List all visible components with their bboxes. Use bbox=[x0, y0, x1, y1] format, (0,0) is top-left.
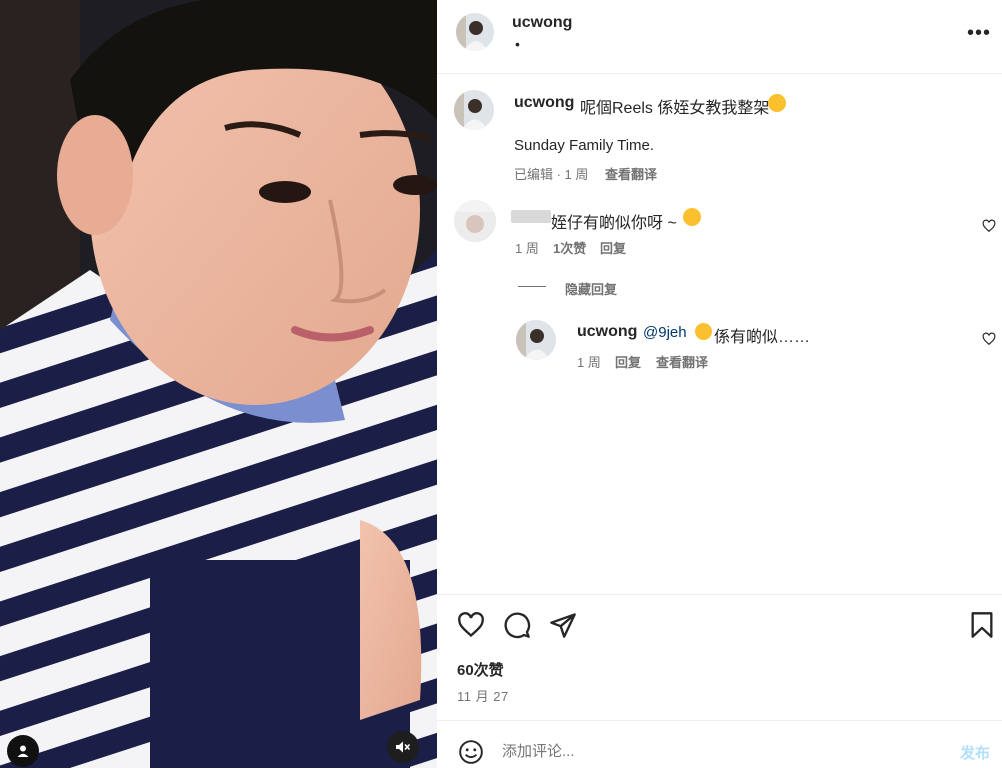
laughing-emoji-icon bbox=[695, 323, 712, 340]
tongue-emoji-icon bbox=[683, 208, 701, 226]
commenter-avatar[interactable] bbox=[454, 200, 496, 242]
comment-time: 1 周 bbox=[515, 241, 539, 256]
muted-speaker-icon[interactable] bbox=[387, 731, 419, 763]
user-tag-icon[interactable] bbox=[7, 735, 39, 767]
caption-text: 呢個Reels 係姪女教我整架 bbox=[580, 100, 770, 117]
smiling-emoji-icon bbox=[768, 94, 786, 112]
hide-replies-button[interactable]: 隐藏回复 bbox=[565, 279, 617, 298]
reply-translate-link[interactable]: 查看翻译 bbox=[656, 352, 708, 371]
reply-mention-link[interactable]: @9jeh bbox=[643, 324, 687, 341]
likes-count[interactable]: 60次赞 bbox=[457, 659, 504, 680]
reply-author-avatar[interactable] bbox=[516, 320, 556, 360]
caption-username[interactable]: ucwong bbox=[514, 94, 574, 112]
share-icon[interactable] bbox=[549, 611, 577, 639]
action-bar bbox=[437, 594, 1002, 595]
author-avatar[interactable] bbox=[456, 13, 494, 51]
caption-edited-meta: 已编辑 · 1 周 bbox=[514, 167, 589, 182]
post-details-panel: ucwong • ••• ucwong 呢個Reels 係姪女教我整架 Sund… bbox=[437, 0, 1002, 768]
emoji-icon[interactable] bbox=[458, 739, 484, 765]
caption-line-2: Sunday Family Time. bbox=[514, 137, 655, 154]
heart-icon[interactable] bbox=[457, 611, 485, 639]
reply-like-heart-icon[interactable] bbox=[982, 332, 996, 346]
more-options-icon[interactable]: ••• bbox=[967, 22, 991, 45]
hide-replies-divider bbox=[518, 286, 546, 287]
post-comment-button[interactable]: 发布 bbox=[960, 742, 990, 763]
bookmark-icon[interactable] bbox=[968, 611, 996, 639]
reply-username[interactable]: ucwong bbox=[577, 323, 637, 341]
comment-likes-count[interactable]: 1次赞 bbox=[553, 238, 586, 257]
comment-reply-button[interactable]: 回复 bbox=[600, 238, 626, 257]
commenter-username-blurred[interactable] bbox=[511, 210, 551, 223]
author-username[interactable]: ucwong bbox=[512, 14, 572, 32]
post-date: 11 月 27 bbox=[457, 689, 509, 704]
reply-text: 係有啲似…… bbox=[714, 329, 811, 346]
comment-input[interactable] bbox=[502, 743, 902, 760]
reel-video[interactable] bbox=[0, 0, 437, 768]
instagram-post-modal: ucwong • ••• ucwong 呢個Reels 係姪女教我整架 Sund… bbox=[0, 0, 1002, 768]
comment-text: 姪仔有啲似你呀 ~ bbox=[551, 215, 677, 232]
comment-icon[interactable] bbox=[503, 611, 531, 639]
video-frame bbox=[0, 0, 437, 768]
reply-reply-button[interactable]: 回复 bbox=[615, 352, 641, 371]
header-subtitle: • bbox=[515, 36, 520, 52]
comment-like-heart-icon[interactable] bbox=[982, 219, 996, 233]
reply-time: 1 周 bbox=[577, 355, 601, 370]
post-header: ucwong • ••• bbox=[437, 0, 1002, 74]
caption-translate-link[interactable]: 查看翻译 bbox=[605, 164, 657, 183]
caption-author-avatar[interactable] bbox=[454, 90, 494, 130]
comment-box: 发布 bbox=[437, 720, 1002, 769]
